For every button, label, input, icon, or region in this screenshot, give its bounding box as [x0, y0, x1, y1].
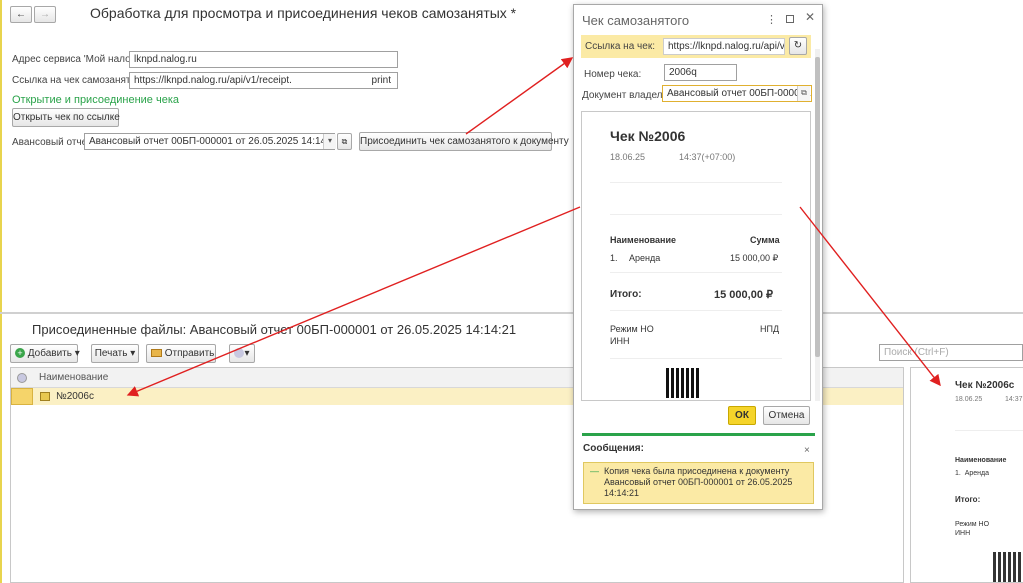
annotation-arrows [126, 57, 941, 397]
arrow-to-preview [799, 206, 941, 387]
arrow-to-attached-row [126, 206, 581, 397]
arrow-to-link-field [465, 57, 574, 135]
